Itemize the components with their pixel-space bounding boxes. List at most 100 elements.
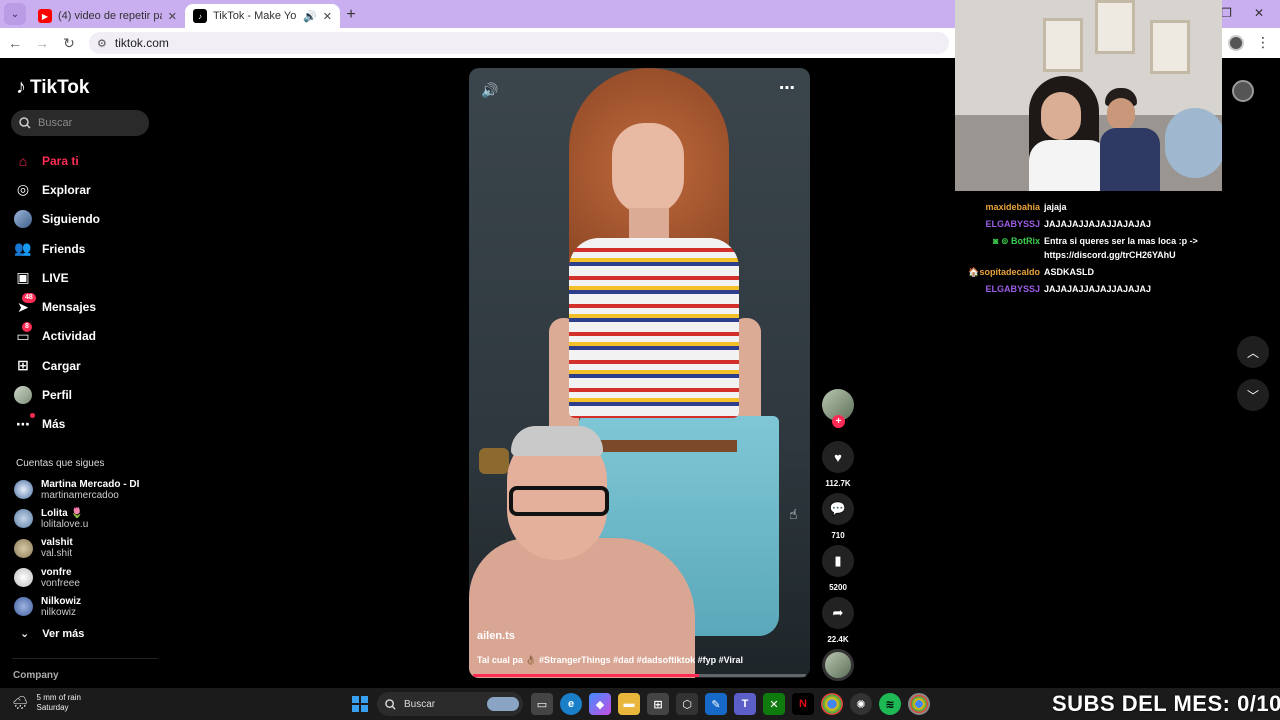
windows-taskbar: 🌧 5 mm of rain Saturday Buscar ▭ e ◆ ▬ ⊞… bbox=[0, 688, 1280, 720]
following-account[interactable]: Nilkowiz nilkowiz bbox=[14, 592, 159, 621]
account-handle: lolitalove.u bbox=[41, 518, 89, 530]
store-icon[interactable]: ⊞ bbox=[647, 693, 669, 715]
nav-live[interactable]: ▣ LIVE bbox=[14, 263, 159, 292]
nav-explorar[interactable]: ◎ Explorar bbox=[14, 175, 159, 204]
following-account[interactable]: Martina Mercado - DI martinamercadoo bbox=[14, 475, 159, 504]
tab-close-icon[interactable]: ✕ bbox=[168, 10, 177, 23]
restore-icon[interactable]: ❐ bbox=[1221, 6, 1232, 20]
tab-search-chevron-icon[interactable]: ⌄ bbox=[4, 3, 26, 25]
xbox-icon[interactable]: ✕ bbox=[763, 693, 785, 715]
nav-label: Mensajes bbox=[42, 300, 97, 315]
video-progress-fill bbox=[473, 674, 700, 677]
account-avatar[interactable] bbox=[1232, 80, 1254, 102]
reload-icon[interactable]: ↻ bbox=[57, 35, 81, 52]
following-account[interactable]: Lolita 🌷 lolitalove.u bbox=[14, 504, 159, 533]
video-figure bbox=[509, 486, 609, 516]
activity-badge: 8 bbox=[22, 322, 32, 333]
tab-audio-icon[interactable]: 🔊 bbox=[303, 10, 317, 23]
browser-menu-icon[interactable]: ⋮ bbox=[1256, 34, 1270, 51]
chrome-active-icon[interactable] bbox=[908, 693, 930, 715]
file-explorer-icon[interactable]: ▬ bbox=[618, 693, 640, 715]
netflix-icon[interactable]: N bbox=[792, 693, 814, 715]
tiktok-sidebar: ♪ TikTok Buscar ⌂ Para ti ◎ Explorar Sig… bbox=[0, 58, 160, 688]
tab-youtube[interactable]: ▶ (4) video de repetir palabras - Y ✕ bbox=[30, 4, 185, 28]
nav-friends[interactable]: 👥 Friends bbox=[14, 234, 159, 263]
nav-mensajes[interactable]: ➤ 48 Mensajes bbox=[14, 292, 159, 321]
video-progress-bar[interactable] bbox=[473, 674, 806, 677]
like-button[interactable]: ♥ 112.7K bbox=[822, 441, 854, 488]
previous-video-button[interactable]: ︿ bbox=[1237, 336, 1269, 368]
chatgpt-icon[interactable]: ✺ bbox=[850, 693, 872, 715]
spotify-icon[interactable]: ≋ bbox=[879, 693, 901, 715]
edge-icon[interactable]: e bbox=[560, 693, 582, 715]
search-input[interactable]: Buscar bbox=[11, 110, 149, 136]
see-more-button[interactable]: ⌄ Ver más bbox=[20, 627, 84, 641]
tiktok-logo[interactable]: ♪ TikTok bbox=[16, 76, 89, 99]
heart-icon: ♥ bbox=[822, 441, 854, 473]
nav-actividad[interactable]: ▭ 8 Actividad bbox=[14, 322, 159, 351]
share-button[interactable]: ➦ 22.4K bbox=[822, 597, 854, 644]
weather-line-1: 5 mm of rain bbox=[36, 693, 81, 702]
url-field[interactable]: ⚙ tiktok.com bbox=[89, 32, 949, 54]
account-handle: nilkowiz bbox=[41, 606, 77, 618]
nav-label: Más bbox=[42, 417, 66, 432]
compass-icon: ◎ bbox=[16, 181, 30, 198]
copilot-icon[interactable]: ◆ bbox=[589, 693, 611, 715]
nav-cargar[interactable]: ⊞ Cargar bbox=[14, 351, 159, 380]
nav-label: Para ti bbox=[42, 153, 79, 168]
comment-count: 710 bbox=[831, 531, 845, 540]
webcam-overlay bbox=[955, 0, 1222, 191]
chat-text: jajaja bbox=[1044, 202, 1067, 212]
nav-label: Cargar bbox=[42, 358, 81, 373]
more-options-icon[interactable]: ⋯ bbox=[779, 78, 796, 98]
nav-perfil[interactable]: Perfil bbox=[14, 380, 159, 409]
account-handle: val.shit bbox=[41, 548, 73, 560]
divider bbox=[12, 658, 158, 659]
search-highlight-icon bbox=[487, 697, 519, 711]
tab-close-icon[interactable]: ✕ bbox=[323, 10, 332, 23]
teams-icon[interactable]: T bbox=[734, 693, 756, 715]
volume-icon[interactable]: 🔊 bbox=[481, 82, 498, 99]
video-figure bbox=[511, 426, 603, 456]
nav-para-ti[interactable]: ⌂ Para ti bbox=[14, 146, 159, 175]
video-username[interactable]: ailen.ts bbox=[477, 630, 515, 642]
url-text: tiktok.com bbox=[114, 36, 169, 50]
wall-frame bbox=[1150, 20, 1190, 74]
vscode-icon[interactable]: ✎ bbox=[705, 693, 727, 715]
messages-badge: 48 bbox=[22, 293, 36, 304]
back-icon[interactable]: ← bbox=[3, 35, 27, 51]
task-view-icon[interactable]: ▭ bbox=[531, 693, 553, 715]
sound-disc-avatar[interactable] bbox=[822, 649, 854, 681]
site-settings-icon[interactable]: ⚙ bbox=[97, 37, 107, 50]
app-icon[interactable]: ⬡ bbox=[676, 693, 698, 715]
avatar bbox=[14, 509, 33, 529]
comment-button[interactable]: 💬 710 bbox=[822, 493, 854, 540]
save-button[interactable]: ▮ 5200 bbox=[822, 545, 854, 592]
following-account[interactable]: vonfre vonfreee bbox=[14, 563, 159, 592]
profile-icon[interactable] bbox=[1228, 34, 1244, 51]
tab-tiktok[interactable]: ♪ TikTok - Make Your Day 🔊 ✕ bbox=[185, 4, 340, 28]
window-controls: ❐ ✕ bbox=[1221, 6, 1264, 20]
wall-frame bbox=[1043, 18, 1083, 72]
chat-message: ELGABYSSJ JAJAJAJJAJAJJAJAJAJ bbox=[960, 217, 1220, 231]
new-tab-button[interactable]: + bbox=[340, 4, 362, 26]
video-figure bbox=[479, 448, 509, 474]
next-video-button[interactable]: ﹀ bbox=[1237, 379, 1269, 411]
weather-widget[interactable]: 🌧 5 mm of rain Saturday bbox=[12, 693, 81, 713]
following-account[interactable]: valshit val.shit bbox=[14, 534, 159, 563]
close-window-icon[interactable]: ✕ bbox=[1254, 6, 1264, 20]
tiktok-icon: ♪ bbox=[193, 9, 207, 23]
video-player[interactable]: 🔊 ⋯ ailen.ts Tal cual pa 👌🏽 #StrangerThi… bbox=[469, 68, 810, 678]
forward-icon[interactable]: → bbox=[30, 35, 54, 51]
taskbar-search[interactable]: Buscar bbox=[377, 692, 523, 716]
windows-start-icon[interactable] bbox=[352, 696, 368, 712]
chat-message: ELGABYSSJ JAJAJAJJAJAJJAJAJAJ bbox=[960, 282, 1220, 296]
chevron-down-icon: ﹀ bbox=[1246, 388, 1259, 403]
nav-mas[interactable]: ⋯ Más bbox=[14, 410, 159, 439]
comment-icon: 💬 bbox=[822, 493, 854, 525]
nav-siguiendo[interactable]: Siguiendo bbox=[14, 205, 159, 234]
avatar bbox=[14, 480, 33, 500]
company-link[interactable]: Company bbox=[13, 670, 59, 681]
follow-plus-icon[interactable]: + bbox=[832, 415, 845, 428]
chrome-icon[interactable] bbox=[821, 693, 843, 715]
